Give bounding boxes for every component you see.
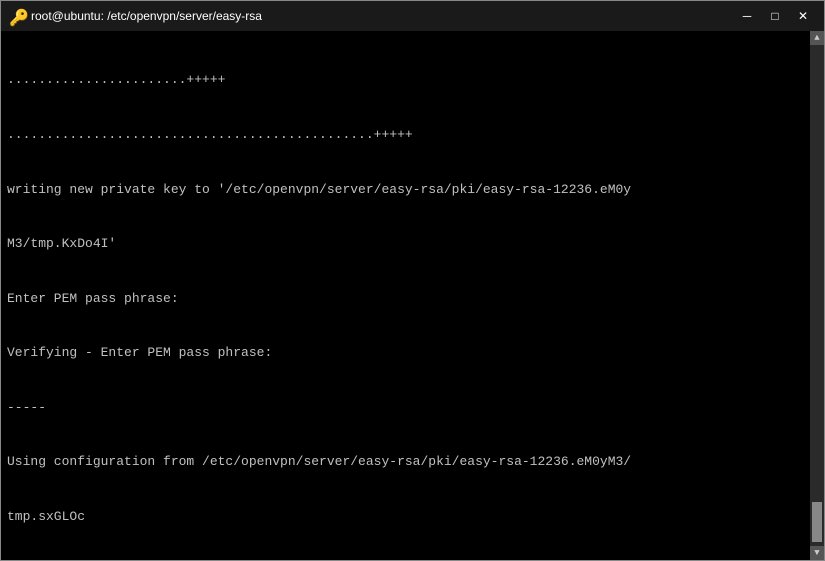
terminal-line: Verifying - Enter PEM pass phrase: [7, 344, 818, 362]
title-bar: 🔑 root@ubuntu: /etc/openvpn/server/easy-… [1, 1, 824, 31]
terminal-line: ........................................… [7, 126, 818, 144]
terminal-line: writing new private key to '/etc/openvpn… [7, 181, 818, 199]
terminal-line: Using configuration from /etc/openvpn/se… [7, 453, 818, 471]
scrollbar-thumb[interactable] [812, 502, 822, 542]
window-controls: ─ □ ✕ [734, 6, 816, 26]
terminal-line: .......................+++++ [7, 71, 818, 89]
terminal-window: 🔑 root@ubuntu: /etc/openvpn/server/easy-… [0, 0, 825, 561]
terminal-body[interactable]: .......................+++++ ...........… [1, 31, 824, 560]
minimize-button[interactable]: ─ [734, 6, 760, 26]
terminal-line: M3/tmp.KxDo4I' [7, 235, 818, 253]
window-icon: 🔑 [9, 8, 25, 24]
terminal-line: ----- [7, 399, 818, 417]
window-title: root@ubuntu: /etc/openvpn/server/easy-rs… [31, 9, 262, 23]
terminal-line: Enter PEM pass phrase: [7, 290, 818, 308]
scrollbar[interactable]: ▲ ▼ [810, 31, 824, 560]
close-button[interactable]: ✕ [790, 6, 816, 26]
scroll-down-button[interactable]: ▼ [810, 546, 824, 560]
terminal-content: .......................+++++ ...........… [7, 35, 818, 560]
scroll-up-button[interactable]: ▲ [810, 31, 824, 45]
maximize-button[interactable]: □ [762, 6, 788, 26]
title-bar-left: 🔑 root@ubuntu: /etc/openvpn/server/easy-… [9, 8, 262, 24]
terminal-line: tmp.sxGLOc [7, 508, 818, 526]
